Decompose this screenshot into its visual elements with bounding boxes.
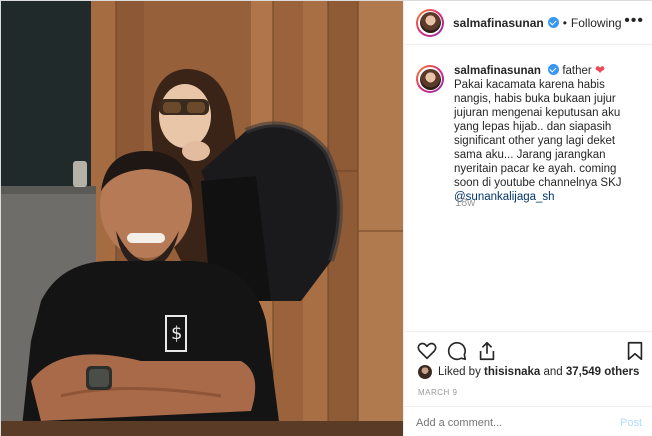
caption-time: 18w (455, 197, 476, 209)
post-header: salmafinasunan • Following ••• (404, 1, 652, 45)
caption-verified-icon (548, 64, 560, 75)
caption-text: salmafinasunan father ❤ Pakai kacamata k… (454, 63, 644, 204)
comment-bubble-icon[interactable] (446, 340, 468, 362)
post-date: MARCH 9 (418, 388, 458, 397)
liker-avatar[interactable] (418, 365, 432, 379)
post-side-panel: salmafinasunan • Following ••• salmafina… (403, 1, 652, 436)
post-photo[interactable]: $ (1, 1, 403, 436)
profile-avatar[interactable] (416, 8, 444, 37)
post-actions-bar (404, 331, 652, 367)
header-separator: • (562, 15, 567, 30)
likes-summary: Liked by thisisnaka and 37,549 others (418, 365, 639, 379)
instagram-post: $ salmafinasunan • Following ••• salmafi… (0, 0, 652, 436)
caption-lead: father (562, 65, 592, 77)
likes-count-link[interactable]: 37,549 others (566, 366, 640, 378)
post-comment-button[interactable]: Post (620, 417, 642, 429)
heart-emoji-icon: ❤ (594, 63, 606, 77)
share-upload-icon[interactable] (476, 340, 498, 362)
caption-username[interactable]: salmafinasunan (454, 65, 541, 77)
following-button[interactable]: Following (571, 16, 622, 30)
caption-avatar[interactable] (416, 65, 444, 93)
add-comment-input[interactable] (416, 417, 596, 429)
caption-body: Pakai kacamata karena habis nangis, habi… (454, 79, 622, 189)
caption-comment: salmafinasunan father ❤ Pakai kacamata k… (416, 63, 644, 204)
more-options-icon[interactable]: ••• (624, 13, 644, 29)
post-image: $ (1, 1, 403, 436)
verified-badge-icon (547, 17, 559, 28)
save-bookmark-icon[interactable] (624, 340, 646, 362)
svg-text:$: $ (171, 323, 182, 344)
like-heart-icon[interactable] (416, 340, 438, 362)
add-comment-bar: Post (404, 406, 652, 436)
header-username[interactable]: salmafinasunan (453, 16, 544, 30)
likes-prefix: Liked by (438, 366, 481, 378)
liker-username[interactable]: thisisnaka (484, 366, 540, 378)
likes-and: and (543, 366, 563, 378)
